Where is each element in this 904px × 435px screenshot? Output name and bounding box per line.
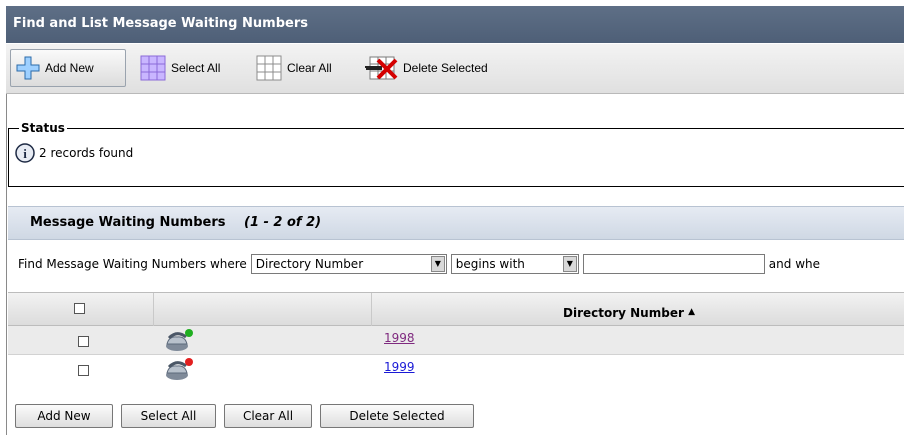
add-new-button[interactable]: Add New (10, 49, 126, 87)
select-all-grid-icon (140, 55, 166, 81)
status-legend: Status (19, 121, 67, 135)
status-box: Status i 2 records found (8, 121, 904, 187)
phone-icon (166, 329, 193, 351)
toolbar: Add New Select All Clear All Delete Sele… (6, 44, 904, 94)
field-select[interactable]: Directory Number ▼ (250, 254, 447, 274)
directory-number-link[interactable]: 1999 (384, 360, 415, 374)
operator-select[interactable]: begins with ▼ (450, 254, 579, 274)
row-checkbox[interactable] (78, 336, 89, 347)
delete-icon (365, 56, 398, 80)
unregistered-status-dot (185, 358, 193, 366)
select-all-checkbox[interactable] (74, 303, 85, 314)
delete-selected-button[interactable]: Delete Selected (364, 49, 488, 87)
row-checkbox[interactable] (78, 365, 89, 376)
add-new-label: Add New (45, 61, 94, 75)
left-border (6, 94, 7, 435)
info-icon: i (15, 143, 35, 163)
chevron-down-icon[interactable]: ▼ (430, 256, 445, 272)
find-prefix-label: Find Message Waiting Numbers where (18, 257, 247, 271)
select-all-label: Select All (171, 61, 221, 75)
directory-number-link[interactable]: 1998 (384, 331, 415, 345)
search-input[interactable] (582, 254, 765, 274)
table-row: 1999 (8, 355, 904, 384)
chevron-down-icon[interactable]: ▼ (562, 256, 577, 272)
panel-header: Message Waiting Numbers (1 - 2 of 2) (8, 206, 904, 240)
column-header-directory-number[interactable]: Directory Number ▲ (563, 306, 695, 320)
status-message-row: i 2 records found (15, 143, 133, 163)
delete-selected-bottom-button[interactable]: Delete Selected (320, 404, 474, 428)
delete-selected-label: Delete Selected (403, 61, 488, 75)
find-suffix-label: and whe (768, 257, 820, 271)
table-header: Directory Number ▲ (8, 292, 904, 327)
registered-status-dot (185, 329, 193, 337)
svg-text:i: i (23, 146, 27, 161)
phone-icon (166, 358, 193, 380)
panel-title: Message Waiting Numbers (30, 215, 226, 230)
select-all-bottom-button[interactable]: Select All (121, 404, 216, 428)
sort-ascending-icon: ▲ (688, 307, 695, 317)
operator-select-value: begins with (455, 257, 525, 271)
status-message: 2 records found (39, 146, 134, 160)
column-header-label: Directory Number (563, 306, 684, 320)
bottom-button-bar: Add New Select All Clear All Delete Sele… (15, 404, 482, 428)
search-row: Find Message Waiting Numbers where Direc… (18, 254, 820, 274)
clear-all-label: Clear All (287, 61, 332, 75)
add-icon (16, 56, 40, 80)
column-divider (371, 293, 372, 327)
record-range: (1 - 2 of 2) (244, 215, 322, 230)
add-new-bottom-button[interactable]: Add New (15, 404, 113, 428)
clear-all-bottom-button[interactable]: Clear All (224, 404, 312, 428)
column-divider (153, 293, 154, 327)
field-select-value: Directory Number (255, 257, 364, 271)
clear-all-button[interactable]: Clear All (256, 49, 332, 87)
page-title: Find and List Message Waiting Numbers (6, 6, 904, 43)
select-all-button[interactable]: Select All (140, 49, 220, 87)
table-row: 1998 (8, 326, 904, 355)
clear-all-grid-icon (256, 55, 282, 81)
